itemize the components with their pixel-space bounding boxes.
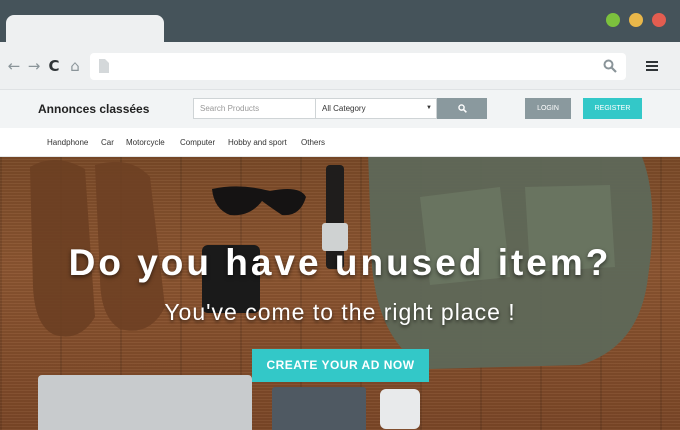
window-close-button[interactable] (652, 13, 666, 27)
hero-subtitle: You've come to the right place ! (164, 299, 516, 325)
search-button[interactable] (437, 98, 487, 119)
hero-background-photo (30, 157, 653, 430)
category-select[interactable]: All Category ▼ (316, 98, 437, 119)
window-maximize-button[interactable] (606, 13, 620, 27)
hamburger-menu-icon[interactable] (646, 61, 658, 71)
search-icon[interactable] (603, 59, 617, 73)
login-button[interactable]: LOGIN (525, 98, 571, 119)
caret-down-icon: ▼ (426, 105, 432, 111)
reload-icon[interactable]: C (46, 42, 62, 90)
search-input[interactable]: Search Products (193, 98, 316, 119)
hero-title: Do you have unused item? (68, 242, 612, 283)
window-minimize-button[interactable] (629, 13, 643, 27)
site-brand[interactable]: Annonces classées (38, 90, 149, 128)
category-link-others[interactable]: Others (301, 128, 325, 157)
browser-toolbar: ← → C ⌂ (0, 42, 680, 90)
category-select-value: All Category (322, 104, 366, 113)
home-icon[interactable]: ⌂ (66, 42, 84, 90)
browser-tab[interactable] (6, 15, 164, 43)
address-bar[interactable] (90, 53, 626, 80)
hero-banner: Do you have unused item? You've come to … (0, 157, 680, 430)
category-link-motorcycle[interactable]: Motorcycle (126, 128, 165, 157)
page-icon (99, 59, 109, 73)
category-nav: Handphone Car Motorcycle Computer Hobby … (0, 128, 680, 157)
category-link-hobby-and-sport[interactable]: Hobby and sport (228, 128, 287, 157)
create-ad-button[interactable]: CREATE YOUR AD NOW (252, 349, 429, 382)
register-button[interactable]: REGISTER (583, 98, 642, 119)
category-link-car[interactable]: Car (101, 128, 114, 157)
category-link-computer[interactable]: Computer (180, 128, 215, 157)
search-icon (457, 104, 467, 113)
forward-arrow-icon[interactable]: → (26, 42, 42, 90)
category-link-handphone[interactable]: Handphone (47, 128, 88, 157)
back-arrow-icon[interactable]: ← (6, 42, 22, 90)
